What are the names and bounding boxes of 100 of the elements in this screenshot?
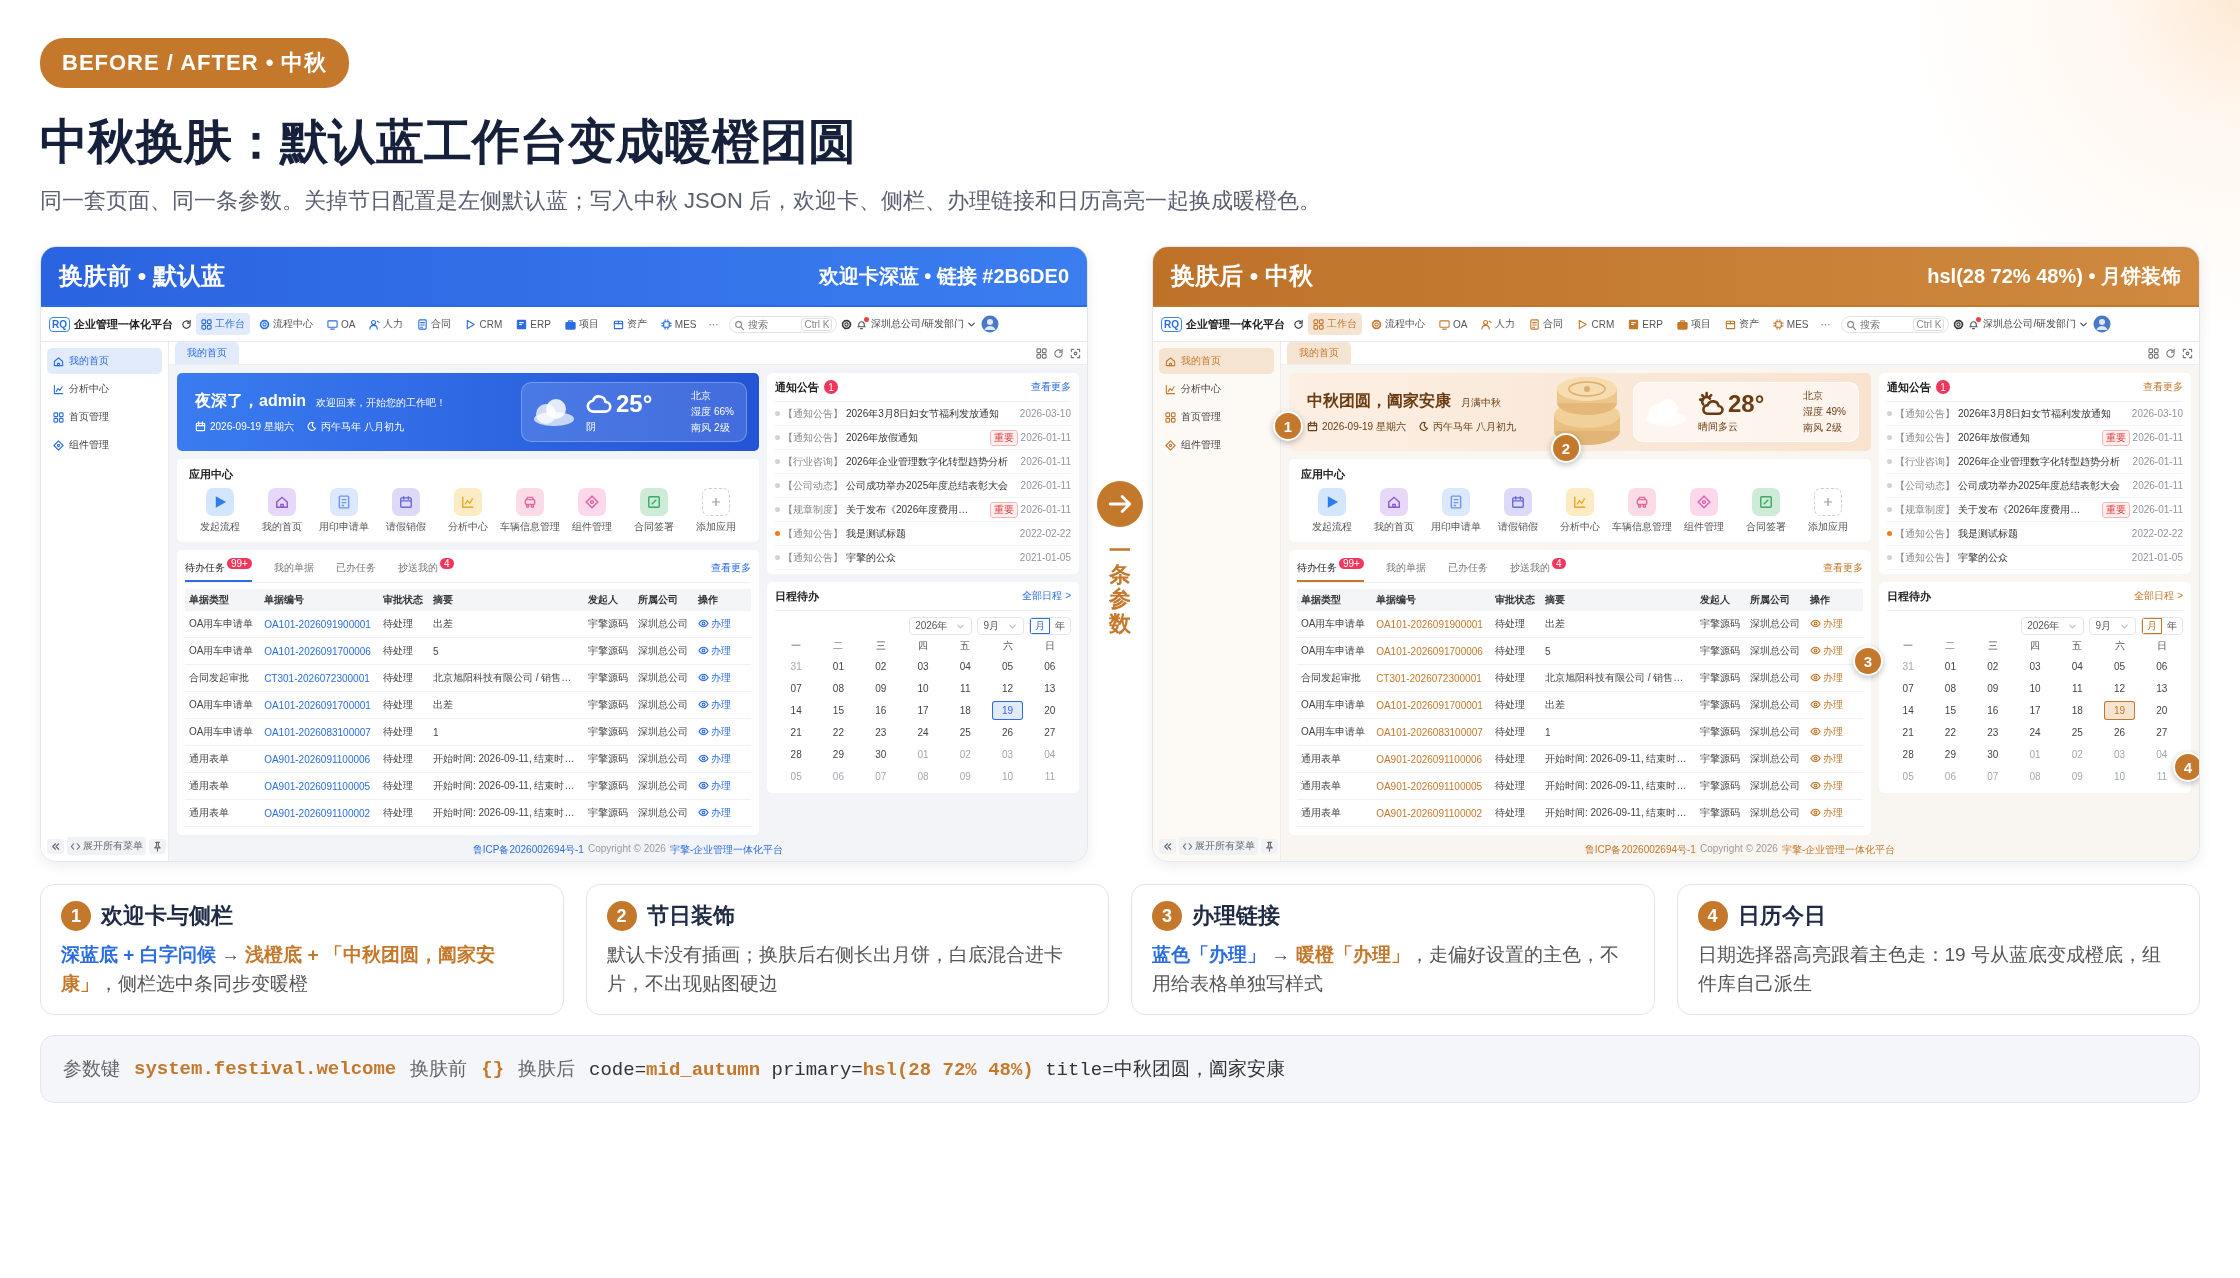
calendar-day[interactable]: 12 — [996, 680, 1020, 696]
handle-link[interactable]: 办理 — [697, 697, 731, 712]
bell-icon[interactable] — [856, 318, 868, 330]
nav-item[interactable]: OA — [1434, 314, 1473, 334]
view-more-link[interactable]: 查看更多 — [2143, 380, 2183, 394]
calendar-day[interactable]: 28 — [1896, 746, 1920, 762]
pin-button[interactable] — [1261, 838, 1278, 854]
task-tab[interactable]: 我的单据 — [273, 554, 314, 582]
view-mode-tab[interactable]: 月 — [1030, 618, 1050, 634]
calendar-day[interactable]: 19 — [992, 700, 1024, 720]
avatar-icon[interactable] — [981, 315, 1000, 333]
task-tab[interactable]: 待办任务 99+ — [185, 554, 252, 582]
handle-link[interactable]: 办理 — [1809, 751, 1843, 766]
calendar-day[interactable]: 24 — [2023, 724, 2047, 740]
handle-link[interactable]: 办理 — [1809, 724, 1843, 739]
app-shortcut[interactable]: 发起流程 — [1301, 488, 1363, 534]
calendar-day[interactable]: 17 — [911, 702, 935, 718]
year-select[interactable]: 2026年 — [909, 617, 973, 635]
all-schedule-link[interactable]: 全部日程 > — [1022, 589, 1071, 603]
document-link[interactable]: OA901-2026091100005 — [264, 780, 371, 792]
nav-item[interactable]: 工作台 — [196, 313, 250, 335]
nav-item[interactable]: 合同 — [1524, 313, 1569, 335]
calendar-day[interactable]: 29 — [826, 746, 850, 762]
handle-link[interactable]: 办理 — [1809, 778, 1843, 793]
calendar-day[interactable]: 03 — [911, 658, 935, 674]
expand-menu-button[interactable]: 展开所有菜单 — [67, 837, 146, 855]
nav-item[interactable]: CRM — [1572, 314, 1620, 334]
handle-link[interactable]: 办理 — [697, 616, 731, 631]
nav-item[interactable]: 资产 — [607, 313, 652, 335]
gear-icon[interactable] — [841, 318, 853, 330]
app-shortcut[interactable]: 车辆信息管理 — [1611, 488, 1673, 534]
nav-item[interactable]: MES — [1767, 314, 1814, 334]
notice-item[interactable]: 【规章制度】 关于发布《2026年度费用… 重要 2026-01-11 — [775, 498, 1071, 522]
task-tab[interactable]: 已办任务 — [335, 554, 376, 582]
organization-switcher[interactable]: 深圳总公司/研发部门 — [1983, 317, 2090, 331]
app-shortcut[interactable]: 添加应用 — [1797, 488, 1859, 534]
calendar-day[interactable]: 21 — [1896, 724, 1920, 740]
task-tab[interactable]: 抄送我的 4 — [397, 554, 454, 582]
handle-link[interactable]: 办理 — [697, 643, 731, 658]
notice-item[interactable]: 【公司动态】 公司成功举办2025年度总结表彰大会 2026-01-11 — [775, 474, 1071, 498]
calendar-day[interactable]: 29 — [1938, 746, 1962, 762]
fullscreen-icon[interactable] — [2182, 348, 2193, 359]
document-link[interactable]: OA101-2026091700006 — [264, 645, 371, 657]
handle-link[interactable]: 办理 — [1809, 643, 1843, 658]
handle-link[interactable]: 办理 — [1809, 697, 1843, 712]
grid-icon[interactable] — [2148, 348, 2159, 359]
bell-icon[interactable] — [1968, 318, 1980, 330]
task-tab[interactable]: 已办任务 — [1447, 554, 1488, 582]
document-link[interactable]: OA101-2026091900001 — [264, 618, 371, 630]
refresh-icon[interactable] — [181, 318, 192, 330]
nav-item[interactable]: 项目 — [559, 313, 604, 335]
pin-button[interactable] — [149, 838, 166, 854]
notice-item[interactable]: 【通知公告】 宇擎的公众 2021-01-05 — [1887, 546, 2183, 570]
calendar-day[interactable]: 07 — [1896, 680, 1920, 696]
calendar-day[interactable]: 09 — [1981, 680, 2005, 696]
view-mode-tab[interactable]: 月 — [2142, 618, 2162, 634]
view-mode-tab[interactable]: 年 — [1050, 618, 1070, 634]
notice-item[interactable]: 【通知公告】 2026年3月8日妇女节福利发放通知 2026-03-10 — [775, 402, 1071, 426]
nav-item[interactable]: CRM — [460, 314, 508, 334]
calendar-day[interactable]: 03 — [2023, 658, 2047, 674]
calendar-day[interactable]: 13 — [1038, 680, 1062, 696]
app-shortcut[interactable]: 车辆信息管理 — [499, 488, 561, 534]
calendar-day[interactable]: 23 — [869, 724, 893, 740]
handle-link[interactable]: 办理 — [697, 670, 731, 685]
nav-item[interactable]: MES — [655, 314, 702, 334]
calendar-day[interactable]: 13 — [2150, 680, 2174, 696]
calendar-day[interactable]: 01 — [826, 658, 850, 674]
calendar-day[interactable]: 10 — [911, 680, 935, 696]
app-shortcut[interactable]: 请假销假 — [1487, 488, 1549, 534]
task-tab[interactable]: 我的单据 — [1385, 554, 1426, 582]
document-link[interactable]: OA901-2026091100005 — [1376, 780, 1483, 792]
gear-icon[interactable] — [1953, 318, 1965, 330]
avatar-icon[interactable] — [2093, 315, 2112, 333]
calendar-day[interactable]: 06 — [2150, 658, 2174, 674]
calendar-day[interactable]: 01 — [1938, 658, 1962, 674]
calendar-day[interactable]: 09 — [869, 680, 893, 696]
calendar-day[interactable]: 18 — [953, 702, 977, 718]
calendar-day[interactable]: 11 — [954, 680, 977, 696]
app-shortcut[interactable]: 合同签署 — [1735, 488, 1797, 534]
calendar-day[interactable]: 30 — [869, 746, 893, 762]
calendar-day[interactable]: 26 — [2108, 724, 2132, 740]
app-shortcut[interactable]: 请假销假 — [375, 488, 437, 534]
all-schedule-link[interactable]: 全部日程 > — [2134, 589, 2183, 603]
app-shortcut[interactable]: 我的首页 — [251, 488, 313, 534]
document-link[interactable]: OA101-2026091700001 — [264, 699, 371, 711]
month-select[interactable]: 9月 — [977, 617, 1024, 635]
calendar-day[interactable]: 15 — [1938, 702, 1962, 718]
nav-item[interactable]: 人力 — [1476, 313, 1521, 335]
task-tab[interactable]: 待办任务 99+ — [1297, 554, 1364, 582]
sidebar-item[interactable]: 组件管理 — [1159, 432, 1274, 458]
sidebar-item[interactable]: 组件管理 — [47, 432, 162, 458]
app-shortcut[interactable]: 分析中心 — [1549, 488, 1611, 534]
task-tab[interactable]: 抄送我的 4 — [1509, 554, 1566, 582]
app-shortcut[interactable]: 分析中心 — [437, 488, 499, 534]
document-link[interactable]: OA901-2026091100006 — [1376, 753, 1483, 765]
document-link[interactable]: OA101-2026091700001 — [1376, 699, 1483, 711]
notice-item[interactable]: 【通知公告】 我是测试标题 2022-02-22 — [775, 522, 1071, 546]
sidebar-item[interactable]: 首页管理 — [47, 404, 162, 430]
app-shortcut[interactable]: 合同签署 — [623, 488, 685, 534]
more-menu[interactable]: ··· — [1817, 318, 1834, 330]
